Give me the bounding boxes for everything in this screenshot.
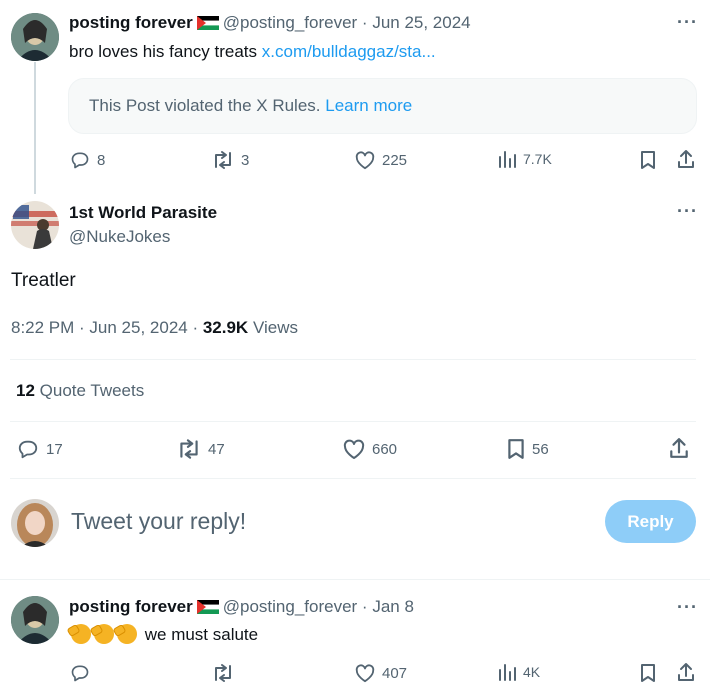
tweet-body: Treatler (11, 270, 76, 291)
quote-tweets-link[interactable]: 12 Quote Tweets (16, 381, 144, 401)
more-icon[interactable]: ··· (677, 201, 698, 222)
bookmark-button[interactable]: 56 (506, 438, 549, 460)
quote-label: Quote Tweets (39, 381, 145, 400)
tweet-date[interactable]: Jun 25, 2024 (372, 13, 470, 32)
notice-text: This Post violated the X Rules. (89, 96, 321, 115)
saluting-face-icon (71, 624, 91, 644)
retweet-count: 47 (208, 440, 225, 458)
reply-input[interactable]: Tweet your reply! (71, 508, 246, 535)
views-label: Views (252, 318, 298, 337)
share-button[interactable] (668, 437, 690, 459)
avatar[interactable] (11, 201, 59, 249)
separator-dot: · (74, 318, 90, 337)
share-icon (678, 663, 694, 681)
tweet-text: we must salute (71, 624, 258, 645)
avatar-image (11, 596, 59, 644)
tweet-time[interactable]: 8:22 PM (11, 318, 74, 337)
handle[interactable]: @posting_forever (223, 13, 357, 32)
display-name[interactable]: 1st World Parasite (69, 203, 217, 223)
like-icon (343, 439, 365, 459)
views-count: 4K (523, 664, 541, 680)
avatar[interactable] (11, 499, 59, 547)
retweet-icon (215, 664, 231, 682)
display-name[interactable]: posting forever (69, 597, 193, 616)
retweet-button[interactable] (211, 663, 235, 683)
more-icon[interactable]: ··· (677, 12, 698, 33)
retweet-button[interactable]: 3 (211, 150, 249, 170)
like-count: 225 (382, 151, 408, 169)
tweet-header: posting forever @posting_forever · Jun 25… (69, 13, 471, 33)
avatar[interactable] (11, 596, 59, 644)
tweet-body: bro loves his fancy treats (69, 42, 258, 61)
tweet-date[interactable]: Jun 25, 2024 (89, 318, 187, 337)
avatar[interactable] (11, 13, 59, 61)
like-button[interactable]: 225 (354, 150, 407, 170)
bookmark-count: 56 (532, 440, 549, 458)
saluting-face-icon (94, 624, 114, 644)
like-count: 407 (382, 664, 408, 682)
reply-count: 8 (97, 151, 106, 169)
reply-button[interactable] (69, 663, 91, 683)
tweet-meta: 8:22 PM · Jun 25, 2024 · 32.9K Views (11, 318, 298, 338)
tweet-header: posting forever @posting_forever · Jan 8 (69, 597, 414, 617)
separator-dot: · (357, 597, 373, 616)
like-count: 660 (372, 440, 398, 458)
saluting-face-icon (117, 624, 137, 644)
reply-icon (71, 152, 89, 169)
divider (0, 579, 710, 580)
palestine-flag-icon (196, 600, 219, 614)
views-count: 32.9K (202, 318, 249, 337)
bookmark-button[interactable] (639, 663, 657, 683)
thread-line (34, 62, 36, 194)
views-icon (499, 664, 516, 681)
tweet-body: we must salute (144, 625, 259, 644)
tweet-link[interactable]: x.com/bulldaggaz/sta... (262, 42, 436, 61)
tweet-date[interactable]: Jan 8 (372, 597, 414, 616)
avatar-image (11, 499, 59, 547)
views-button[interactable]: 4K (497, 663, 540, 681)
like-button[interactable]: 407 (354, 663, 407, 683)
views-count: 7.7K (523, 151, 552, 167)
bookmark-icon (508, 439, 524, 459)
like-icon (355, 151, 375, 170)
retweet-count: 3 (241, 151, 250, 169)
bookmark-button[interactable] (639, 150, 657, 170)
reply-submit-button[interactable]: Reply (605, 500, 696, 543)
handle[interactable]: @posting_forever (223, 597, 357, 616)
retweet-icon (215, 151, 231, 169)
divider (10, 478, 696, 479)
separator-dot: · (187, 318, 203, 337)
reply-icon (71, 665, 89, 682)
quote-count: 12 (16, 381, 35, 400)
reply-button[interactable]: 8 (69, 150, 105, 170)
bookmark-icon (641, 151, 655, 169)
share-icon (670, 438, 688, 458)
divider (10, 421, 696, 422)
reply-button[interactable]: 17 (16, 438, 63, 460)
retweet-button[interactable]: 47 (176, 438, 225, 460)
separator-dot: · (357, 13, 373, 32)
share-icon (678, 150, 694, 168)
tweet-text: bro loves his fancy treats x.com/bulldag… (69, 42, 436, 62)
views-button[interactable]: 7.7K (497, 150, 552, 168)
more-icon[interactable]: ··· (677, 597, 698, 618)
like-icon (355, 664, 375, 683)
violation-notice: This Post violated the X Rules. Learn mo… (68, 78, 697, 134)
avatar-image (11, 201, 59, 249)
avatar-image (11, 13, 59, 61)
display-name[interactable]: posting forever (69, 13, 193, 32)
reply-icon (18, 440, 38, 459)
handle[interactable]: @NukeJokes (69, 227, 170, 247)
learn-more-link[interactable]: Learn more (325, 96, 412, 116)
views-icon (499, 151, 516, 168)
palestine-flag-icon (196, 16, 219, 30)
share-button[interactable] (676, 149, 696, 169)
bookmark-icon (641, 664, 655, 682)
reply-count: 17 (46, 440, 63, 458)
retweet-icon (180, 439, 198, 459)
share-button[interactable] (676, 662, 696, 682)
divider (10, 359, 696, 360)
like-button[interactable]: 660 (342, 438, 397, 460)
